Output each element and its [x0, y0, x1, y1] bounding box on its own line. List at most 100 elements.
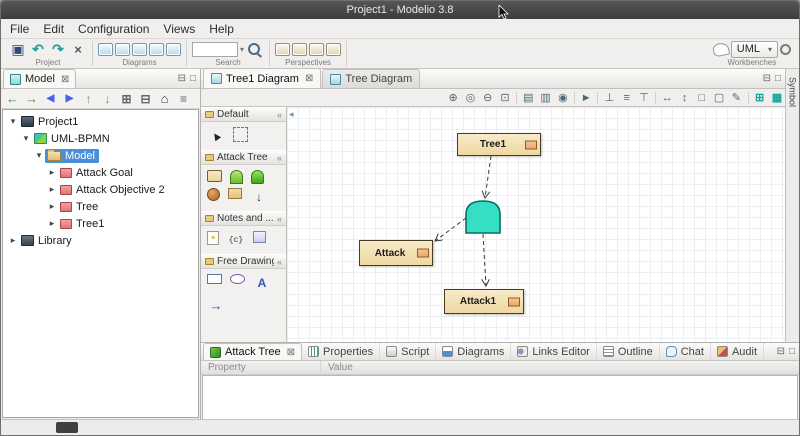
bottom-tab-properties[interactable]: Properties [302, 343, 381, 360]
link-perspective-icon[interactable] [292, 42, 308, 56]
align-bottom-icon[interactable]: ⊥ [601, 90, 617, 105]
expander-expanded-icon[interactable]: ▾ [33, 150, 45, 161]
redo-icon[interactable]: ↷ [49, 41, 67, 58]
maximize-icon[interactable]: □ [775, 73, 781, 84]
diagram-edge[interactable] [483, 233, 486, 286]
close-icon[interactable]: ⊠ [305, 73, 313, 84]
cut-icon[interactable]: × [69, 41, 87, 58]
select-arrow-tool[interactable] [207, 127, 225, 145]
model-perspective-icon[interactable] [275, 42, 291, 56]
palette-collapse-icon[interactable]: ◂ [289, 109, 294, 120]
save-icon[interactable]: ▣ [9, 41, 27, 58]
expand-all-icon[interactable]: ⊞ [117, 91, 136, 107]
same-width-icon[interactable]: □ [694, 90, 710, 105]
bottom-tab-diagrams[interactable]: Diagrams [436, 343, 512, 360]
diagram-node-tree1[interactable]: Tree1 [457, 133, 541, 156]
configure-workbench-icon[interactable] [780, 43, 791, 55]
same-height-icon[interactable]: ▢ [711, 90, 727, 105]
tree-item-library[interactable]: ▸ Library [3, 232, 198, 249]
model-panel-tab[interactable]: Model ⊠ [3, 69, 77, 88]
use-case-diagram-icon[interactable] [132, 42, 147, 56]
titlebar[interactable]: Project1 - Modelio 3.8 [1, 1, 799, 19]
tree-item-tree[interactable]: ▸ Tree [3, 198, 198, 215]
diagram-edge[interactable] [435, 217, 467, 241]
tree-item-model[interactable]: ▾ Model [3, 147, 198, 164]
rectangle-tool[interactable] [207, 274, 222, 284]
tree-item-tree1[interactable]: ▸ Tree1 [3, 215, 198, 232]
properties-table-body[interactable] [202, 375, 798, 420]
print-icon[interactable]: ▥ [537, 90, 553, 105]
symbol-side-tab[interactable]: Symbol [785, 69, 799, 342]
model-tree[interactable]: ▾ Project1 ▾ UML-BPMN ▾ Model ▸ Attack Goal ▸ Att… [2, 109, 199, 418]
bottom-tab-outline[interactable]: Outline [597, 343, 660, 360]
bottom-tab-attack-tree[interactable]: Attack Tree ⊠ [203, 343, 303, 360]
jump-forward-icon[interactable]: ▶ [60, 91, 79, 107]
palette-section-free-drawing[interactable]: Free Drawing « [201, 254, 286, 269]
expander-collapsed-icon[interactable]: ▸ [46, 218, 58, 229]
asset-node-tool[interactable] [228, 188, 242, 199]
tree-node-tool[interactable] [207, 170, 222, 182]
expander-collapsed-icon[interactable]: ▸ [46, 201, 58, 212]
diagram-perspective-icon[interactable] [309, 42, 325, 56]
down-icon[interactable]: ↓ [98, 91, 117, 107]
bottom-tab-script[interactable]: Script [380, 343, 437, 360]
collapse-all-icon[interactable]: ⊟ [136, 91, 155, 107]
tree-item-attack-objective-2[interactable]: ▸ Attack Objective 2 [3, 181, 198, 198]
expander-collapsed-icon[interactable]: ▸ [46, 184, 58, 195]
edit-properties-icon[interactable]: ✎ [728, 90, 744, 105]
minimize-icon[interactable]: ⊟ [763, 73, 771, 84]
expander-expanded-icon[interactable]: ▾ [7, 116, 19, 127]
distribute-vertical-icon[interactable]: ↕ [676, 90, 692, 105]
menu-item-configuration[interactable]: Configuration [71, 20, 156, 38]
home-icon[interactable]: ⌂ [155, 91, 174, 107]
menu-item-edit[interactable]: Edit [36, 20, 71, 38]
note-tool[interactable] [207, 231, 219, 245]
undo-icon[interactable]: ↶ [29, 41, 47, 58]
close-icon[interactable]: ⊠ [61, 74, 69, 85]
maximize-icon[interactable]: □ [789, 346, 795, 357]
distribute-horizontal-icon[interactable]: ↔ [659, 90, 675, 105]
editor-tab-tree-diagram[interactable]: Tree Diagram [322, 69, 421, 88]
bottom-tab-links-editor[interactable]: Links Editor [511, 343, 597, 360]
palette-section-default[interactable]: Default « [201, 107, 286, 122]
editor-tab-tree1-diagram[interactable]: Tree1 Diagram ⊠ [203, 68, 322, 88]
constraint-tool[interactable] [227, 231, 245, 249]
transfer-arrow-tool[interactable] [250, 188, 268, 206]
window-perspective-icon[interactable] [326, 42, 342, 56]
expander-collapsed-icon[interactable]: ▸ [46, 167, 58, 178]
back-icon[interactable]: ← [3, 91, 22, 107]
menu-item-views[interactable]: Views [156, 20, 202, 38]
jump-back-icon[interactable]: ◀ [41, 91, 60, 107]
up-icon[interactable]: ↑ [79, 91, 98, 107]
zoom-fit-icon[interactable]: ⊡ [497, 90, 513, 105]
search-icon[interactable] [246, 41, 264, 58]
linked-view-icon[interactable]: ≡ [174, 91, 193, 107]
diagram-canvas[interactable]: ◂ Tree1 Attack Attack1 [287, 107, 785, 342]
and-gate-tool[interactable] [230, 170, 243, 184]
zoom-original-icon[interactable]: ◎ [462, 90, 478, 105]
snap-to-grid-icon[interactable]: ▦ [769, 90, 785, 105]
diagram-edge[interactable] [485, 155, 492, 198]
screenshot-icon[interactable]: ◉ [555, 90, 571, 105]
bottom-tab-chat[interactable]: Chat [660, 343, 711, 360]
search-input[interactable] [192, 41, 238, 57]
close-icon[interactable]: ⊠ [287, 347, 295, 358]
save-image-icon[interactable]: ▤ [520, 90, 536, 105]
forward-icon[interactable]: → [22, 91, 41, 107]
show-grid-icon[interactable]: ⊞ [752, 90, 768, 105]
select-mode-icon[interactable]: ► [578, 90, 594, 105]
tree-item-attack-goal[interactable]: ▸ Attack Goal [3, 164, 198, 181]
search-history-chevron-icon[interactable]: ▾ [240, 45, 244, 54]
expander-expanded-icon[interactable]: ▾ [20, 133, 32, 144]
zoom-out-icon[interactable]: ⊖ [480, 90, 496, 105]
menu-item-help[interactable]: Help [202, 20, 241, 38]
palette-section-attack-tree[interactable]: Attack Tree « [201, 150, 286, 165]
tree-item-uml-bpmn[interactable]: ▾ UML-BPMN [3, 130, 198, 147]
text-tool[interactable] [253, 274, 271, 292]
attack-node-tool[interactable] [207, 188, 220, 201]
palette-section-notes-and[interactable]: Notes and ... « [201, 211, 286, 226]
sequence-diagram-icon[interactable] [149, 42, 164, 56]
maximize-icon[interactable]: □ [190, 73, 196, 84]
expander-collapsed-icon[interactable]: ▸ [7, 235, 19, 246]
align-top-icon[interactable]: ⊤ [636, 90, 652, 105]
